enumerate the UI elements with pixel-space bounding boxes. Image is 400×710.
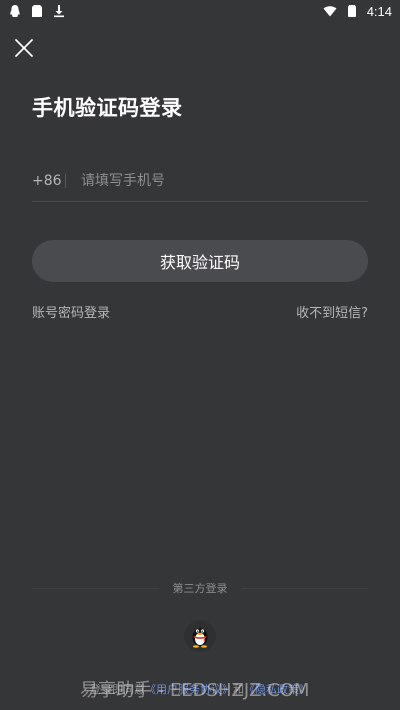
- divider-line-left: [32, 587, 159, 589]
- status-time: 4:14: [366, 3, 392, 19]
- password-login-link[interactable]: 账号密码登录: [32, 302, 110, 321]
- terms-link[interactable]: 《用户服务协议》: [145, 683, 233, 696]
- country-code-divider: [65, 173, 66, 188]
- page-title: 手机验证码登录: [32, 96, 183, 120]
- country-code[interactable]: +86: [32, 173, 62, 189]
- status-bar-left: [8, 4, 66, 18]
- divider-line-right: [241, 587, 368, 589]
- privacy-link[interactable]: 《隐私政策》: [244, 683, 310, 696]
- no-sms-link[interactable]: 收不到短信?: [296, 302, 368, 321]
- battery-icon: [345, 4, 359, 18]
- agreement-footer: 登录即同意《用户服务协议》和《隐私政策》: [0, 678, 400, 700]
- login-options-row: 账号密码登录 收不到短信?: [32, 302, 368, 321]
- download-icon: [52, 4, 66, 18]
- status-bar: 4:14: [0, 0, 400, 22]
- agreement-text: 登录即同意《用户服务协议》和《隐私政策》: [90, 681, 310, 697]
- status-bar-right: 4:14: [323, 4, 392, 19]
- third-party-login-divider: 第三方登录: [32, 580, 368, 596]
- close-button[interactable]: [12, 36, 36, 60]
- phone-number-input[interactable]: [81, 172, 368, 189]
- qq-login-button[interactable]: [184, 620, 216, 652]
- third-party-login-label: 第三方登录: [172, 582, 228, 595]
- sim-card-icon: [30, 4, 44, 18]
- login-screen: 4:14 手机验证码登录 +86 获取验证码 账号密码登录 收不到短信? 第三方…: [0, 0, 400, 710]
- get-verification-code-button[interactable]: 获取验证码: [32, 240, 368, 282]
- phone-input-row: +86: [32, 160, 368, 202]
- qq-penguin-icon: [192, 628, 208, 648]
- qq-notification-icon: [8, 4, 22, 18]
- agreement-prefix: 登录即同意: [90, 683, 145, 696]
- close-icon: [15, 39, 33, 57]
- wifi-icon: [323, 4, 337, 18]
- agreement-connector: 和: [233, 683, 244, 696]
